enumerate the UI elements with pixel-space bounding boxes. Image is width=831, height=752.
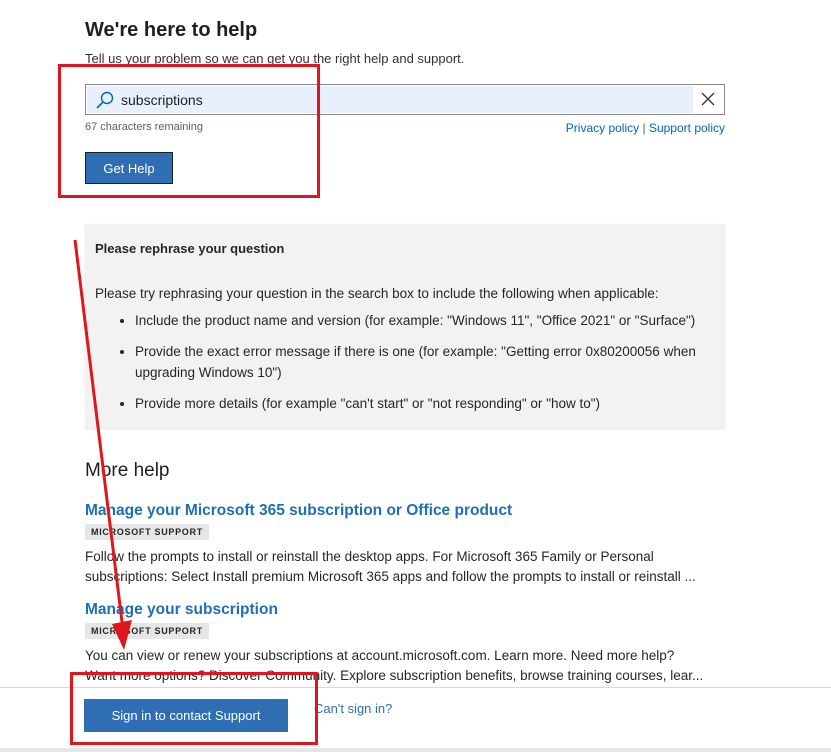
close-icon[interactable] <box>700 91 716 107</box>
result-link-manage-subscription[interactable]: Manage your subscription <box>85 601 278 619</box>
result-description-line: Follow the prompts to install or reinsta… <box>85 549 654 564</box>
policy-links: Privacy policy | Support policy <box>566 121 725 135</box>
sign-in-footer: Sign in to contact Support Can't sign in… <box>0 687 831 752</box>
support-policy-link[interactable]: Support policy <box>649 121 725 135</box>
result-description-line: Want more options? Discover Community. E… <box>85 668 704 683</box>
result-description: Follow the prompts to install or reinsta… <box>85 547 725 587</box>
result-description-line: subscriptions: Select Install premium Mi… <box>85 569 696 584</box>
search-icon <box>96 91 114 109</box>
rephrase-title: Please rephrase your question <box>95 241 285 256</box>
list-item: Provide more details (for example "can't… <box>135 393 725 414</box>
list-item: Provide the exact error message if there… <box>135 341 725 383</box>
cant-sign-in-link[interactable]: Can't sign in? <box>314 701 392 716</box>
search-box[interactable] <box>85 84 725 115</box>
sign-in-button[interactable]: Sign in to contact Support <box>84 699 288 732</box>
search-input[interactable] <box>121 86 691 113</box>
result-description: You can view or renew your subscriptions… <box>85 646 725 686</box>
policy-separator: | <box>642 121 646 135</box>
page-subtitle: Tell us your problem so we can get you t… <box>85 51 465 66</box>
get-help-button[interactable]: Get Help <box>85 152 173 184</box>
rephrase-panel: Please rephrase your question Please try… <box>85 224 725 428</box>
result-description-line: You can view or renew your subscriptions… <box>85 648 675 663</box>
rephrase-intro: Please try rephrasing your question in t… <box>95 286 659 301</box>
privacy-policy-link[interactable]: Privacy policy <box>566 121 639 135</box>
footer-divider <box>0 748 831 752</box>
result-link-manage-microsoft-365[interactable]: Manage your Microsoft 365 subscription o… <box>85 502 512 520</box>
page-title: We're here to help <box>85 19 258 41</box>
more-help-heading: More help <box>85 460 170 481</box>
source-badge: MICROSOFT SUPPORT <box>85 623 209 639</box>
rephrase-list: Include the product name and version (fo… <box>95 310 725 424</box>
source-badge: MICROSOFT SUPPORT <box>85 524 209 540</box>
characters-remaining: 67 characters remaining <box>85 121 204 133</box>
list-item: Include the product name and version (fo… <box>135 310 725 331</box>
